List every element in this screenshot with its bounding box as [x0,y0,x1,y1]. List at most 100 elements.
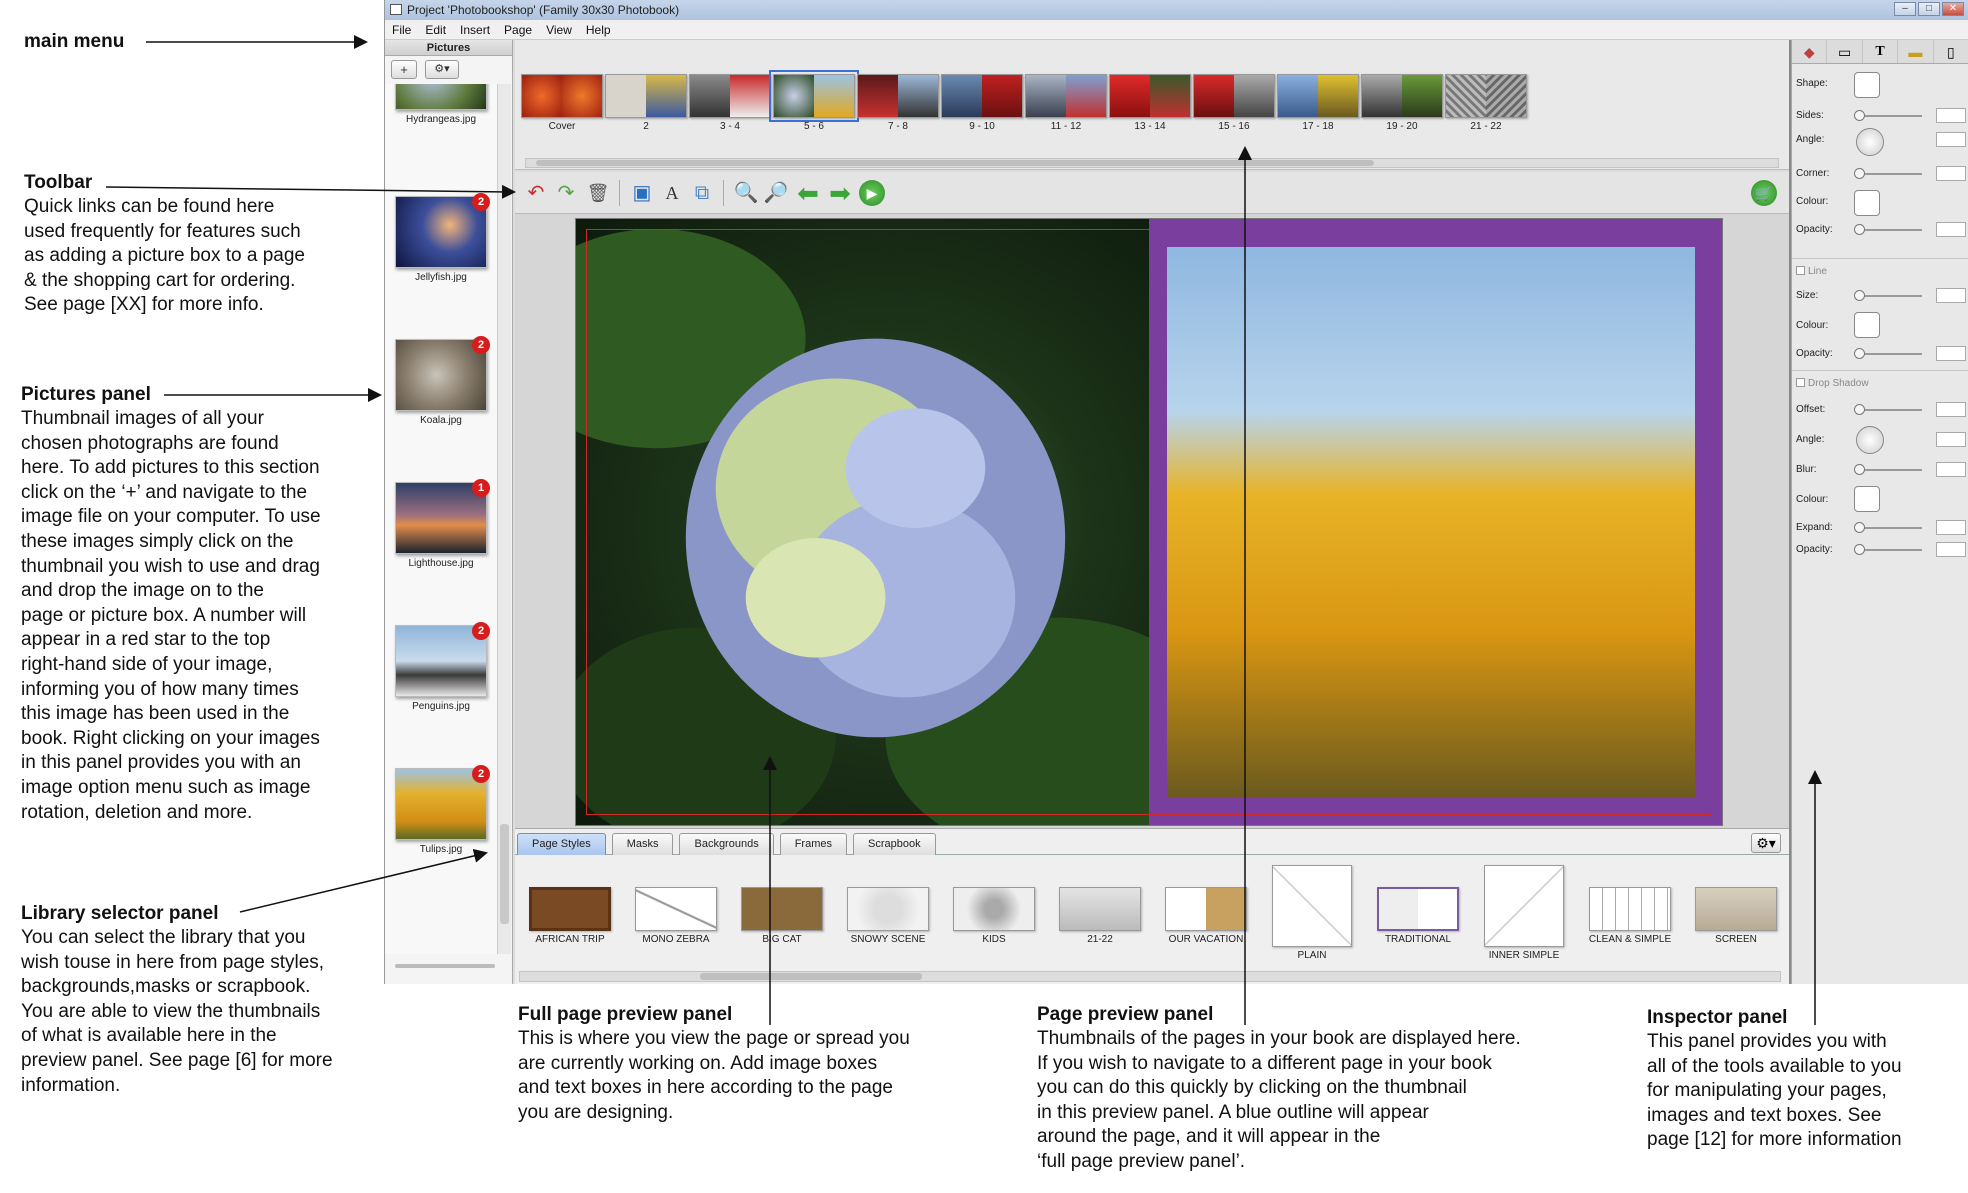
page-thumbnail-image[interactable] [689,74,771,118]
page-thumbnail[interactable]: 9 - 10 [939,74,1025,132]
menu-view[interactable]: View [539,20,579,39]
pictures-scrollbar[interactable] [497,84,511,954]
sides-slider[interactable] [1858,115,1922,117]
maximize-button[interactable]: □ [1918,2,1940,16]
add-text-box-icon[interactable]: A [659,180,685,206]
page-style-thumbnail[interactable] [1695,887,1777,931]
offset-field[interactable] [1936,402,1966,417]
shadow-colour-swatch[interactable] [1854,486,1880,512]
opacity-field[interactable] [1936,222,1966,237]
page-icon[interactable]: ▯ [1934,40,1968,63]
page-thumbnail-image[interactable] [1025,74,1107,118]
page-style-item[interactable]: MONO ZEBRA [633,887,719,945]
slider-knob[interactable] [1854,522,1865,533]
page-thumbnail[interactable]: 19 - 20 [1359,74,1445,132]
page-thumbnail-selected[interactable]: 5 - 6 [769,70,859,132]
page-style-item[interactable]: BIG CAT [739,887,825,945]
offset-slider[interactable] [1858,409,1922,411]
shadow-opacity-slider[interactable] [1858,549,1922,551]
picture-item[interactable]: 2 Tulips.jpg [393,765,490,855]
page-style-thumbnail[interactable] [1589,887,1671,931]
page-style-thumbnail[interactable] [741,887,823,931]
size-slider[interactable] [1858,295,1922,297]
picture-item[interactable]: 2 Koala.jpg [393,336,490,426]
shopping-cart-icon[interactable]: 🛒 [1751,180,1777,206]
add-picture-box-icon[interactable]: ▣ [629,180,655,206]
picture-box-icon[interactable]: ▭ [1827,40,1863,63]
menu-help[interactable]: Help [579,20,618,39]
page-style-thumbnail[interactable] [1377,887,1459,931]
page-thumbnail[interactable]: 7 - 8 [855,74,941,132]
page-thumbnail-image[interactable] [1361,74,1443,118]
trash-icon[interactable]: 🗑 [585,180,611,206]
drop-shadow-section[interactable]: Drop Shadow [1796,378,1869,389]
left-page[interactable] [576,219,1149,825]
line-colour-swatch[interactable] [1854,312,1880,338]
shadow-opacity-field[interactable] [1936,542,1966,557]
page-style-item[interactable]: TRADITIONAL [1375,887,1461,945]
right-page[interactable] [1149,219,1722,825]
page-thumbnail[interactable]: 11 - 12 [1023,74,1109,132]
page-style-item[interactable]: 21-22 [1057,887,1143,945]
picture-thumbnail[interactable]: 1 [395,479,490,554]
page-thumbnail[interactable]: 2 [603,74,689,132]
page-thumbnail-cover[interactable]: Cover [519,74,605,132]
page-thumbnail[interactable]: 13 - 14 [1107,74,1193,132]
page-thumbnail-image[interactable] [1277,74,1359,118]
menu-insert[interactable]: Insert [453,20,497,39]
angle-dial[interactable] [1856,128,1884,156]
shadow-angle-field[interactable] [1936,432,1966,447]
line-opacity-field[interactable] [1936,346,1966,361]
slider-knob[interactable] [1854,464,1865,475]
redo-icon[interactable]: ↷ [553,180,579,206]
page-style-thumbnail[interactable] [847,887,929,931]
expand-slider[interactable] [1858,527,1922,529]
page-style-thumbnail[interactable] [1484,865,1564,947]
line-opacity-slider[interactable] [1858,353,1922,355]
zoom-out-icon[interactable]: 🔍 [733,180,759,206]
tab-frames[interactable]: Frames [779,833,847,855]
sides-field[interactable] [1936,108,1966,123]
page-thumbnail[interactable]: 17 - 18 [1275,74,1361,132]
expand-field[interactable] [1936,520,1966,535]
library-scrollbar[interactable] [519,971,1781,982]
tab-scrapbook[interactable]: Scrapbook [852,833,936,855]
picture-item[interactable]: 1 Lighthouse.jpg [393,479,490,569]
scrollbar-thumb[interactable] [500,824,509,924]
line-checkbox[interactable] [1796,266,1805,275]
page-style-item[interactable]: SNOWY SCENE [845,887,931,945]
page-thumbnail[interactable]: 21 - 22 [1443,74,1529,132]
library-options-button[interactable]: ⚙▾ [1751,833,1781,853]
page-thumbnail-image[interactable] [521,74,603,118]
slider-knob[interactable] [1854,168,1865,179]
page-style-item[interactable]: INNER SIMPLE [1481,865,1567,961]
slider-knob[interactable] [1854,348,1865,359]
slider-knob[interactable] [1854,110,1865,121]
page-style-thumbnail[interactable] [1059,887,1141,931]
picture-thumbnail[interactable]: 2 [395,622,490,697]
angle-field[interactable] [1936,132,1966,147]
page-thumbnail[interactable]: 3 - 4 [687,74,773,132]
page-thumbnail-image[interactable] [605,74,687,118]
tab-page-styles[interactable]: Page Styles [517,833,606,855]
zoom-in-icon[interactable]: 🔎 [763,180,789,206]
slider-knob[interactable] [1854,224,1865,235]
undo-icon[interactable]: ↶ [523,180,549,206]
add-picture-button[interactable]: + [391,60,417,79]
page-style-thumbnail[interactable] [1165,887,1247,931]
menu-page[interactable]: Page [497,20,539,39]
slider-knob[interactable] [1854,290,1865,301]
slider-knob[interactable] [1854,544,1865,555]
picture-item[interactable]: 2 Penguins.jpg [393,622,490,712]
thumbnail-size-slider[interactable] [395,964,495,968]
menu-edit[interactable]: Edit [418,20,453,39]
tab-masks[interactable]: Masks [611,833,674,855]
page-style-thumbnail[interactable] [529,887,611,931]
close-button[interactable]: ✕ [1942,2,1964,16]
page-thumbnail-image[interactable] [1445,74,1527,118]
page-style-item[interactable]: CLEAN & SIMPLE [1587,887,1673,945]
page-thumbnail-image[interactable] [1109,74,1191,118]
size-field[interactable] [1936,288,1966,303]
scrollbar-thumb[interactable] [700,973,922,980]
ruler-icon[interactable]: ▬ [1898,40,1934,63]
